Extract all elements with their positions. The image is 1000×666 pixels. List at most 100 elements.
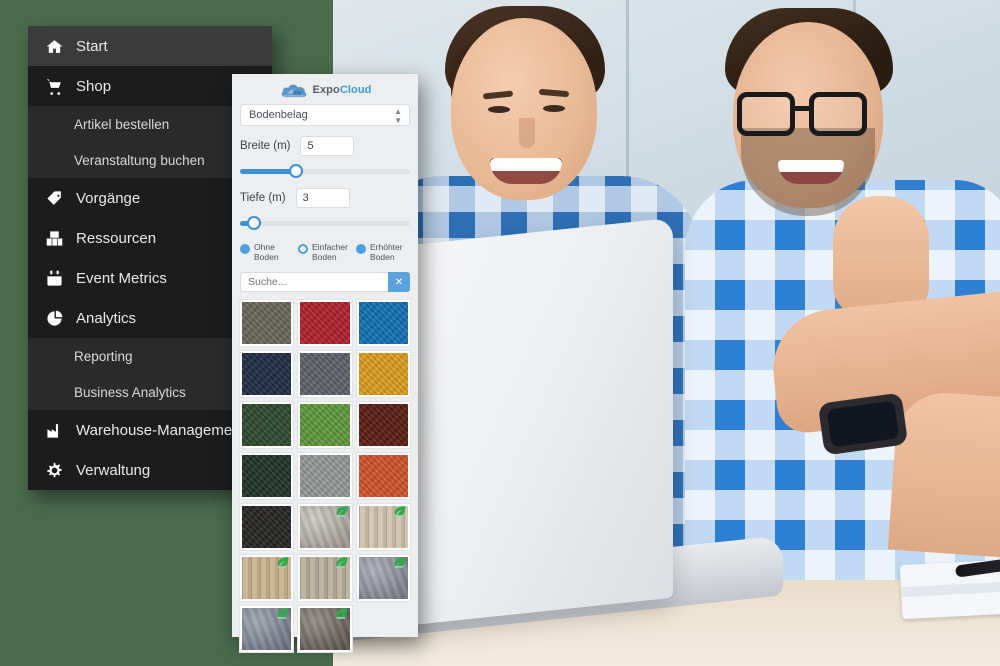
calendar-icon: [46, 270, 76, 287]
leaf-icon: [334, 607, 350, 621]
depth-slider-knob[interactable]: [246, 216, 261, 230]
swatch-color-fill: [300, 404, 350, 446]
swatch-color-fill: [242, 302, 292, 344]
tag-icon: [46, 190, 76, 207]
swatch-carpet-crimson[interactable]: [298, 300, 352, 346]
gear-icon: [46, 462, 76, 479]
swatch-swatch-empty-slot: [357, 606, 410, 652]
photo-person-left-eye: [488, 106, 510, 113]
swatch-carpet-charcoal[interactable]: [240, 504, 294, 550]
floor-option-label: Ohne Boden: [254, 242, 279, 262]
swatch-carpet-slate-grey[interactable]: [298, 351, 352, 397]
page-root: Start Shop Artikel bestellen Veranstaltung …: [0, 0, 1000, 666]
sidebar-item-label: Verwaltung: [76, 461, 151, 479]
swatch-color-fill: [300, 455, 350, 497]
width-slider-knob[interactable]: [289, 164, 304, 178]
swatch-color-fill: [242, 353, 292, 395]
sidebar-item-label: Event Metrics: [76, 269, 167, 287]
cart-icon: [46, 78, 76, 95]
floor-option-label: Erhöhter Boden: [370, 242, 403, 262]
swatch-carpet-dark-taupe[interactable]: [240, 300, 294, 346]
sidebar-item-start[interactable]: Start: [28, 26, 272, 66]
clear-search-button[interactable]: ✕: [388, 272, 410, 292]
swatch-carpet-maroon[interactable]: [356, 402, 410, 448]
swatch-color-fill: [358, 302, 408, 344]
leaf-icon: [334, 505, 350, 519]
width-input[interactable]: [300, 136, 355, 156]
sidebar-subitem-label: Artikel bestellen: [74, 116, 170, 132]
floor-option-label: Einfacher Boden: [312, 242, 348, 262]
swatch-color-fill: [242, 506, 292, 548]
leaf-icon: [392, 505, 408, 519]
photo-person-left-mouth: [490, 158, 562, 184]
sidebar-item-label: Start: [76, 37, 108, 55]
swatch-carpet-amber[interactable]: [356, 351, 410, 397]
swatch-stone-steel-blue[interactable]: [240, 606, 294, 652]
swatch-search-row: ✕: [240, 272, 410, 292]
sidebar-item-label: Ressourcen: [76, 229, 157, 247]
boxes-icon: [46, 230, 76, 247]
radio-icon: [356, 244, 366, 254]
app-logo-text-expo: Expo: [312, 84, 340, 96]
depth-label: Tiefe (m): [240, 192, 286, 204]
leaf-icon: [275, 556, 291, 570]
photo-person-right-mouth: [778, 160, 844, 184]
swatch-carpet-apple-green[interactable]: [298, 402, 352, 448]
swatch-carpet-navy[interactable]: [240, 351, 294, 397]
radio-icon: [240, 244, 250, 254]
swatch-wood-warm-oak[interactable]: [240, 555, 294, 601]
hero-photo: [333, 0, 1000, 666]
swatch-color-fill: [242, 455, 292, 497]
configurator-panel: ExpoCloud Bodenbelag ▲▼ Breite (m) Tiefe…: [232, 74, 418, 652]
swatch-grid: [240, 300, 410, 652]
factory-icon: [46, 422, 76, 439]
leaf-icon: [392, 556, 408, 570]
sidebar-item-label: Shop: [76, 77, 112, 95]
width-label: Breite (m): [240, 140, 291, 152]
search-input[interactable]: [240, 272, 388, 292]
swatch-carpet-deep-green[interactable]: [240, 453, 294, 499]
swatch-color-fill: [300, 353, 350, 395]
swatch-stone-blue-grey[interactable]: [356, 555, 410, 601]
swatch-carpet-orange[interactable]: [356, 453, 410, 499]
swatch-carpet-azure[interactable]: [356, 300, 410, 346]
swatch-carpet-light-grey[interactable]: [298, 453, 352, 499]
photo-person-left-nose: [519, 118, 535, 148]
floor-option-erhoehter-boden[interactable]: Erhöhter Boden: [356, 242, 410, 262]
app-logo-text: ExpoCloud: [313, 84, 372, 96]
swatch-stone-dark-brown[interactable]: [298, 606, 352, 652]
sidebar-item-label: Warehouse-Management: [76, 421, 245, 439]
floor-option-ohne-boden[interactable]: Ohne Boden: [240, 242, 294, 262]
swatch-color-fill: [300, 302, 350, 344]
app-logo-text-cloud: Cloud: [339, 84, 372, 96]
sidebar-subitem-label: Business Analytics: [74, 384, 186, 400]
depth-slider-track: [240, 221, 410, 226]
leaf-icon: [334, 556, 350, 570]
photo-person-right-glasses: [737, 92, 795, 136]
sidebar-subitem-label: Reporting: [74, 348, 133, 364]
sidebar-subitem-label: Veranstaltung buchen: [74, 152, 205, 168]
photo-person-left-eye: [543, 105, 565, 112]
swatch-color-fill: [242, 404, 292, 446]
depth-row: Tiefe (m): [240, 188, 410, 208]
width-slider[interactable]: [240, 164, 410, 178]
category-select-value: Bodenbelag: [249, 109, 308, 121]
sidebar-item-label: Analytics: [76, 309, 137, 327]
depth-input[interactable]: [295, 188, 350, 208]
swatch-color-fill: [358, 404, 408, 446]
swatch-wood-pale-oak[interactable]: [356, 504, 410, 550]
photo-person-right-glasses: [809, 92, 867, 136]
photo-person-right-glasses-bridge: [793, 106, 811, 111]
swatch-color-fill: [358, 353, 408, 395]
swatch-stone-pale-grey[interactable]: [298, 504, 352, 550]
sidebar-item-label: Vorgänge: [76, 189, 141, 207]
depth-slider[interactable]: [240, 216, 410, 230]
floor-option-einfacher-boden[interactable]: Einfacher Boden: [298, 242, 352, 262]
app-logo: ExpoCloud: [232, 74, 418, 100]
swatch-carpet-forest[interactable]: [240, 402, 294, 448]
width-row: Breite (m): [240, 136, 410, 156]
category-select[interactable]: Bodenbelag ▲ ▼: [240, 104, 410, 126]
radio-icon: [298, 244, 308, 254]
photo-wristwatch-face: [826, 400, 900, 448]
swatch-wood-grey-oak[interactable]: [298, 555, 352, 601]
